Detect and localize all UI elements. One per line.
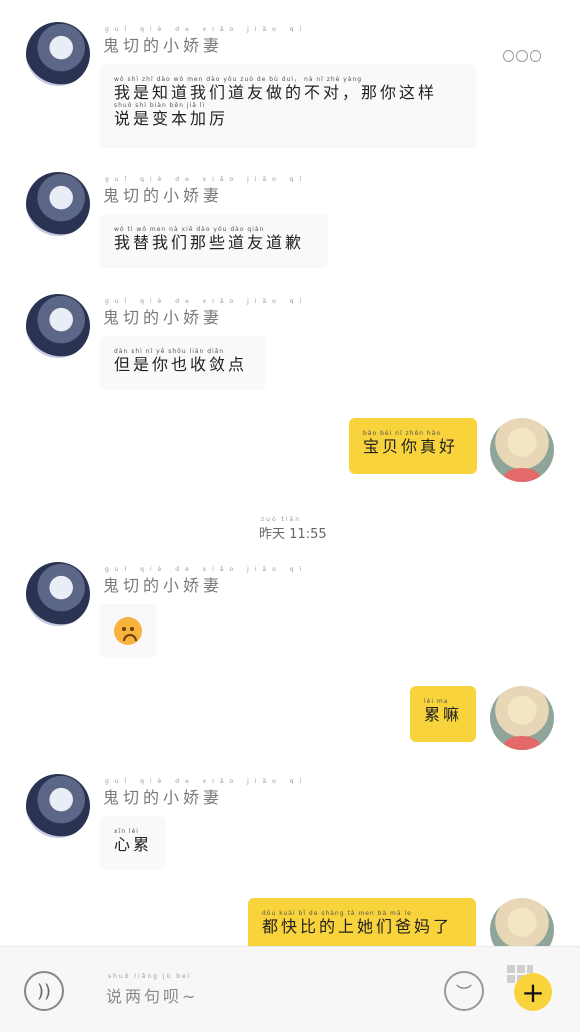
- emoji-icon[interactable]: ︶: [444, 971, 484, 1011]
- input-bar: )) shuō liǎng jù bei 说两句呗~ ︶ +: [0, 946, 580, 1032]
- timestamp: zuó tiān 昨天 11:55: [259, 516, 327, 542]
- avatar[interactable]: [26, 294, 90, 358]
- message-bubble[interactable]: wǒ shì zhī dào wǒ men dào yǒu zuò de bù …: [100, 64, 476, 148]
- message-bubble[interactable]: dōu kuài bǐ de shàng tā men bà mā le 都快比…: [248, 898, 476, 946]
- chat-area: guǐ qiè de xiǎo jiāo qī 鬼切的小娇妻 wǒ shì zh…: [0, 0, 580, 946]
- avatar[interactable]: [26, 774, 90, 838]
- message-input[interactable]: shuō liǎng jù bei 说两句呗~: [96, 959, 418, 1019]
- avatar[interactable]: [490, 686, 554, 750]
- message-bubble[interactable]: [100, 604, 156, 658]
- sender-name: guǐ qiè de xiǎo jiāo qī 鬼切的小娇妻: [103, 26, 308, 55]
- avatar[interactable]: [490, 418, 554, 482]
- message-bubble[interactable]: wǒ tì wǒ men nà xiē dào yǒu dào qiàn 我替我…: [100, 214, 328, 268]
- message-bubble[interactable]: lèi ma 累嘛: [410, 686, 476, 742]
- avatar[interactable]: [490, 898, 554, 946]
- voice-icon[interactable]: )): [24, 971, 64, 1011]
- sender-name: guǐ qiè de xiǎo jiāo qī 鬼切的小娇妻: [103, 298, 308, 327]
- avatar[interactable]: [26, 22, 90, 86]
- more-icon[interactable]: [503, 50, 541, 62]
- avatar[interactable]: [26, 172, 90, 236]
- message-bubble[interactable]: xīn lèi 心累: [100, 816, 166, 870]
- message-bubble[interactable]: bǎo bèi nǐ zhēn hǎo 宝贝你真好: [349, 418, 477, 474]
- sender-name: guǐ qiè de xiǎo jiāo qī 鬼切的小娇妻: [103, 778, 308, 807]
- avatar[interactable]: [26, 562, 90, 626]
- plus-icon[interactable]: +: [514, 973, 552, 1011]
- sender-name: guǐ qiè de xiǎo jiāo qī 鬼切的小娇妻: [103, 176, 308, 205]
- sender-name: guǐ qiè de xiǎo jiāo qī 鬼切的小娇妻: [103, 566, 308, 595]
- message-bubble[interactable]: dàn shì nǐ yě shōu liǎn diǎn 但是你也收敛点: [100, 336, 266, 390]
- worried-face-icon: [114, 617, 142, 645]
